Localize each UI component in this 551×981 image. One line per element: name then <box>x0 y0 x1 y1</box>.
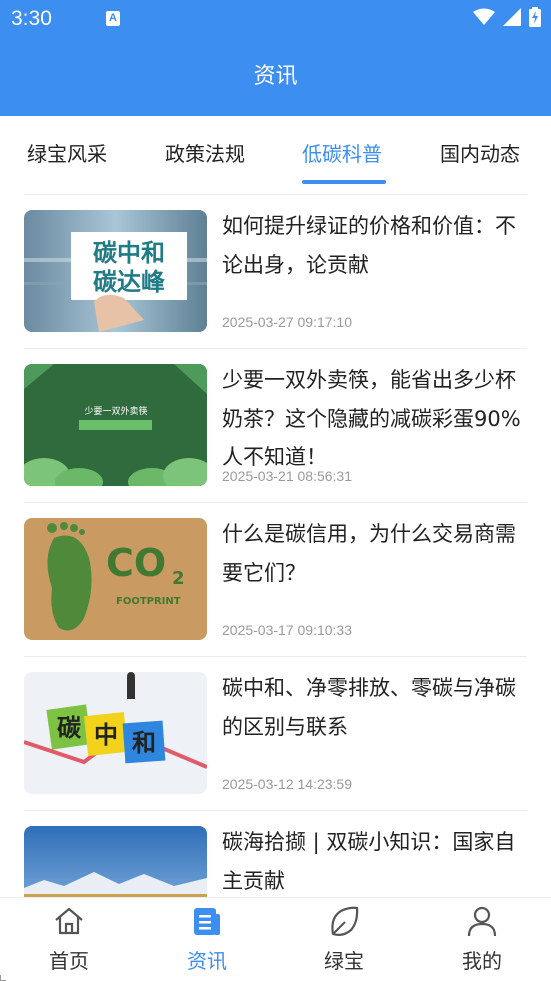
thumb-co-text: CO <box>106 541 166 585</box>
thumb-block-2: 中 <box>94 721 118 749</box>
notification-icon: A <box>106 11 120 26</box>
article-thumbnail: CO 2 FOOTPRINT <box>24 518 207 640</box>
article-title: 少要一双外卖筷，能省出多少杯奶茶？这个隐藏的减碳彩蛋90%人不知道！ <box>222 368 521 469</box>
article-item[interactable]: 碳海拾撷 | 双碳小知识：国家自主贡献 <box>0 811 551 897</box>
nav-home[interactable]: 首页 <box>0 898 138 981</box>
status-time: 3:30 <box>11 7 52 30</box>
status-bar: 3:30 A <box>0 0 551 38</box>
article-item[interactable]: CO 2 FOOTPRINT 什么是碳信用，为什么交易商需要它们？ 2025-0… <box>0 503 551 657</box>
article-date: 2025-03-21 08:56:31 <box>222 468 352 484</box>
thumb-text-line1: 碳中和 <box>93 239 165 267</box>
article-date: 2025-03-17 09:10:33 <box>222 622 352 638</box>
corner-mark <box>0 975 6 981</box>
article-thumbnail <box>24 826 207 897</box>
leaf-icon <box>331 906 359 936</box>
thumb-sub-text: 2 <box>172 568 185 589</box>
nav-label: 绿宝 <box>324 949 364 973</box>
article-thumbnail: 碳中和 碳达峰 <box>24 210 207 332</box>
article-title: 碳海拾撷 | 双碳小知识：国家自主贡献 <box>222 830 516 893</box>
battery-icon <box>529 7 541 27</box>
home-icon <box>55 907 83 935</box>
article-date: 2025-03-27 09:17:10 <box>222 314 352 330</box>
thumb-caption: FOOTPRINT <box>116 596 181 607</box>
article-item[interactable]: 碳中和 碳达峰 如何提升绿证的价格和价值：不论出身，论贡献 2025-03-27… <box>0 195 551 349</box>
nav-lvbao[interactable]: 绿宝 <box>275 898 413 981</box>
tab-lvbao-fengcai[interactable]: 绿宝风采 <box>27 138 107 167</box>
article-thumbnail: 碳 中 和 <box>24 672 207 794</box>
article-date: 2025-03-12 14:23:59 <box>222 776 352 792</box>
bottom-navigation: 首页 资讯 绿宝 我的 <box>0 897 551 981</box>
nav-label: 我的 <box>462 949 502 973</box>
article-thumbnail: 少要一双外卖筷 <box>24 364 207 486</box>
status-icons <box>473 7 541 27</box>
article-title: 碳中和、净零排放、零碳与净碳的区别与联系 <box>222 676 516 739</box>
thumb-block-3: 和 <box>132 729 156 757</box>
category-tabs: 绿宝风采 政策法规 低碳科普 国内动态 <box>0 116 551 194</box>
article-title: 如何提升绿证的价格和价值：不论出身，论贡献 <box>222 214 516 277</box>
article-item[interactable]: 碳 中 和 碳中和、净零排放、零碳与净碳的区别与联系 2025-03-12 14… <box>0 657 551 811</box>
wifi-icon <box>473 8 495 25</box>
thumb-text: 少要一双外卖筷 <box>84 405 147 417</box>
article-list: 碳中和 碳达峰 如何提升绿证的价格和价值：不论出身，论贡献 2025-03-27… <box>0 195 551 897</box>
active-tab-indicator <box>302 180 386 184</box>
tab-domestic-news[interactable]: 国内动态 <box>440 138 520 167</box>
cell-signal-icon <box>503 8 521 26</box>
thumb-block-1: 碳 <box>57 714 82 742</box>
user-icon <box>467 906 497 937</box>
nav-label: 首页 <box>49 949 89 973</box>
nav-label: 资讯 <box>187 949 227 973</box>
news-icon <box>194 908 220 935</box>
nav-news[interactable]: 资讯 <box>138 898 276 981</box>
tab-low-carbon-science[interactable]: 低碳科普 <box>302 138 382 167</box>
page-title: 资讯 <box>253 64 298 89</box>
article-title: 什么是碳信用，为什么交易商需要它们？ <box>222 522 516 585</box>
thumb-text-line2: 碳达峰 <box>93 268 165 296</box>
nav-mine[interactable]: 我的 <box>413 898 551 981</box>
tab-policy[interactable]: 政策法规 <box>165 138 245 167</box>
app-header: 3:30 A 资讯 <box>0 0 551 116</box>
article-item[interactable]: 少要一双外卖筷 少要一双外卖筷，能省出多少杯奶茶？这个隐藏的减碳彩蛋90%人不知… <box>0 349 551 503</box>
